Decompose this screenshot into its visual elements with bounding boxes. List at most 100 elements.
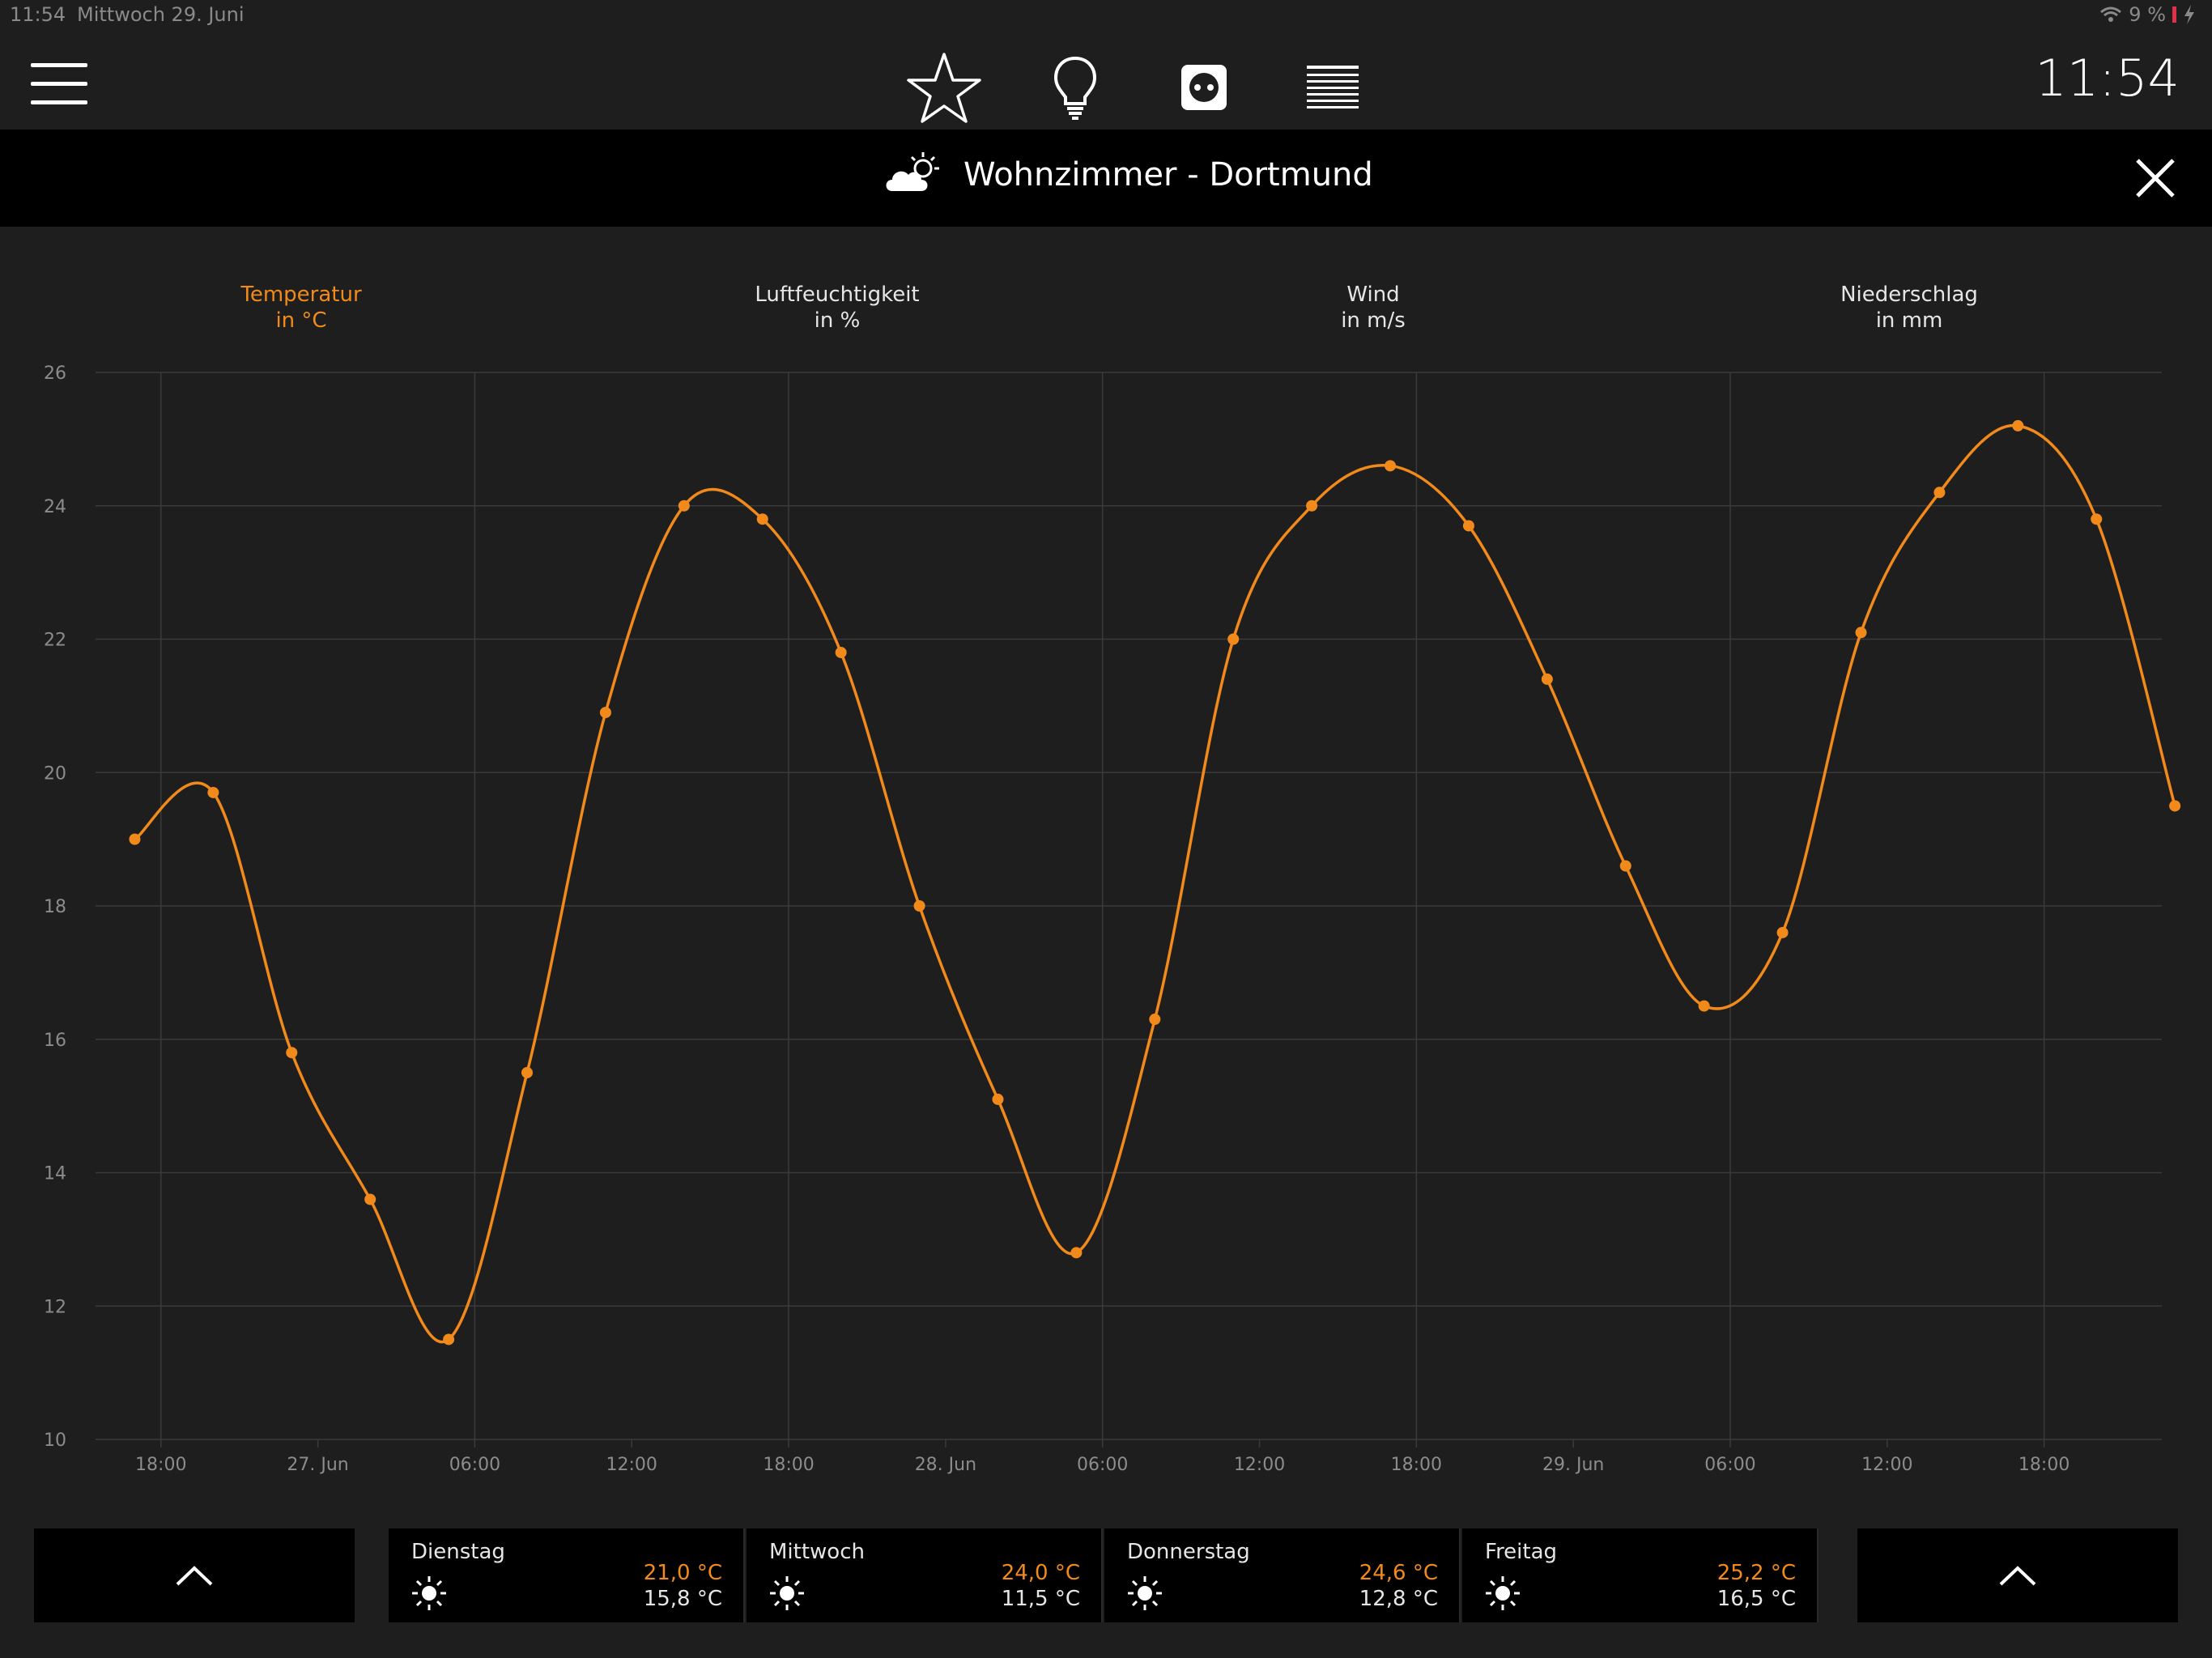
chevron-up-icon <box>176 1566 213 1586</box>
x-tick-label: 29. Jun <box>1542 1455 1604 1475</box>
data-point <box>1855 627 1867 639</box>
data-point <box>1541 673 1553 685</box>
data-point <box>2091 513 2103 525</box>
x-tick-label: 12:00 <box>1861 1455 1912 1475</box>
charging-icon <box>2184 5 2194 24</box>
x-tick-label: 28. Jun <box>915 1455 976 1475</box>
tab-label: Luftfeuchtigkeit <box>755 283 920 307</box>
tab-unit: in mm <box>1875 308 1943 333</box>
data-point <box>756 513 768 525</box>
data-point <box>2169 800 2181 812</box>
socket-icon[interactable] <box>1163 47 1244 128</box>
tab-wind[interactable]: Wind in m/s <box>1211 282 1535 334</box>
chevron-up-icon <box>1999 1566 2036 1586</box>
status-date: Mittwoch 29. Juni <box>77 3 245 26</box>
y-tick-label: 18 <box>44 897 66 917</box>
menu-icon[interactable] <box>31 63 87 104</box>
x-tick-label: 27. Jun <box>287 1455 348 1475</box>
forecast-max-temp: 24,6 °C <box>1359 1561 1438 1585</box>
temperature-line <box>134 423 2176 1344</box>
partly-cloudy-icon <box>883 151 944 199</box>
x-tick-label: 18:00 <box>135 1455 186 1475</box>
y-tick-label: 14 <box>44 1164 66 1184</box>
tab-unit: in °C <box>275 308 327 333</box>
data-point <box>1933 487 1946 499</box>
status-right: 9 % <box>2099 3 2196 26</box>
lightbulb-icon[interactable] <box>1035 47 1116 128</box>
data-point <box>913 900 925 912</box>
data-point <box>1306 500 1318 512</box>
sun-icon <box>1127 1575 1163 1614</box>
forecast-day[interactable]: Dienstag 21,0 °C 15,8 °C <box>389 1528 745 1622</box>
wifi-icon <box>2100 6 2122 22</box>
data-point <box>835 646 847 658</box>
status-bar: 11:54 Mittwoch 29. Juni 9 % <box>0 0 2212 32</box>
tab-luftfeuchtigkeit[interactable]: Luftfeuchtigkeit in % <box>675 282 999 334</box>
forecast-day[interactable]: Mittwoch 24,0 °C 11,5 °C <box>747 1528 1103 1622</box>
data-point <box>1070 1247 1083 1259</box>
y-tick-label: 16 <box>44 1031 66 1051</box>
tab-label: Temperatur <box>240 283 362 307</box>
y-tick-label: 24 <box>44 497 66 517</box>
tab-label: Niederschlag <box>1840 283 1978 307</box>
x-tick-label: 12:00 <box>606 1455 657 1475</box>
title-bar: Wohnzimmer - Dortmund <box>0 130 2212 227</box>
x-tick-label: 06:00 <box>1704 1455 1755 1475</box>
data-point <box>1776 926 1789 938</box>
data-point <box>286 1047 298 1059</box>
close-icon[interactable] <box>2131 154 2180 202</box>
y-tick-label: 12 <box>44 1297 66 1317</box>
tab-label: Wind <box>1346 283 1400 307</box>
x-tick-label: 18:00 <box>2018 1455 2069 1475</box>
data-point <box>678 500 690 512</box>
data-point <box>599 707 611 719</box>
data-point <box>1149 1014 1161 1026</box>
page-title: Wohnzimmer - Dortmund <box>963 156 1373 193</box>
tab-temperatur[interactable]: Temperatur in °C <box>139 282 463 334</box>
forecast-max-temp: 25,2 °C <box>1716 1561 1796 1585</box>
scroll-up-button-right[interactable] <box>1857 1528 2178 1622</box>
forecast-day-name: Dienstag <box>411 1540 505 1564</box>
sun-icon <box>411 1575 447 1614</box>
star-icon[interactable] <box>904 47 985 128</box>
tab-unit: in % <box>814 308 861 333</box>
status-time: 11:54 <box>10 3 66 26</box>
data-point <box>207 786 219 798</box>
tab-niederschlag[interactable]: Niederschlag in mm <box>1747 282 2071 334</box>
data-point <box>1385 460 1397 472</box>
temperature-chart: 10 12 14 16 18 20 22 24 26 18:00 27. Jun 06:00 12:00… <box>44 363 2181 1475</box>
header-clock: 11:54 <box>2035 49 2180 108</box>
forecast-max-temp: 24,0 °C <box>1001 1561 1080 1585</box>
forecast-day[interactable]: Freitag 25,2 °C 16,5 °C <box>1462 1528 1819 1622</box>
forecast-min-temp: 12,8 °C <box>1359 1587 1438 1611</box>
data-point <box>1462 520 1474 532</box>
x-tick-label: 06:00 <box>1077 1455 1128 1475</box>
y-tick-label: 26 <box>44 363 66 384</box>
scroll-up-button-left[interactable] <box>34 1528 355 1622</box>
x-tick-label: 18:00 <box>1391 1455 1442 1475</box>
data-point <box>521 1066 534 1078</box>
forecast-day-name: Donnerstag <box>1127 1540 1250 1564</box>
forecast-min-temp: 15,8 °C <box>643 1587 722 1611</box>
data-point <box>129 833 141 845</box>
y-tick-label: 10 <box>44 1431 66 1451</box>
forecast-day-name: Mittwoch <box>769 1540 865 1564</box>
data-point <box>364 1193 376 1205</box>
battery-icon <box>2172 6 2176 23</box>
sun-icon <box>1485 1575 1521 1614</box>
tab-unit: in m/s <box>1341 308 1406 333</box>
data-point <box>1619 860 1631 872</box>
y-tick-label: 22 <box>44 631 66 651</box>
x-tick-label: 06:00 <box>449 1455 500 1475</box>
blinds-icon[interactable] <box>1292 47 1373 128</box>
battery-percent: 9 % <box>2129 3 2166 26</box>
data-point <box>1227 633 1240 645</box>
data-point <box>1698 1000 1710 1012</box>
data-point <box>2012 419 2024 432</box>
forecast-min-temp: 16,5 °C <box>1716 1587 1796 1611</box>
forecast-day[interactable]: Donnerstag 24,6 °C 12,8 °C <box>1104 1528 1461 1622</box>
x-tick-label: 12:00 <box>1234 1455 1285 1475</box>
sun-icon <box>769 1575 805 1614</box>
y-tick-label: 20 <box>44 763 66 784</box>
forecast-max-temp: 21,0 °C <box>643 1561 722 1585</box>
